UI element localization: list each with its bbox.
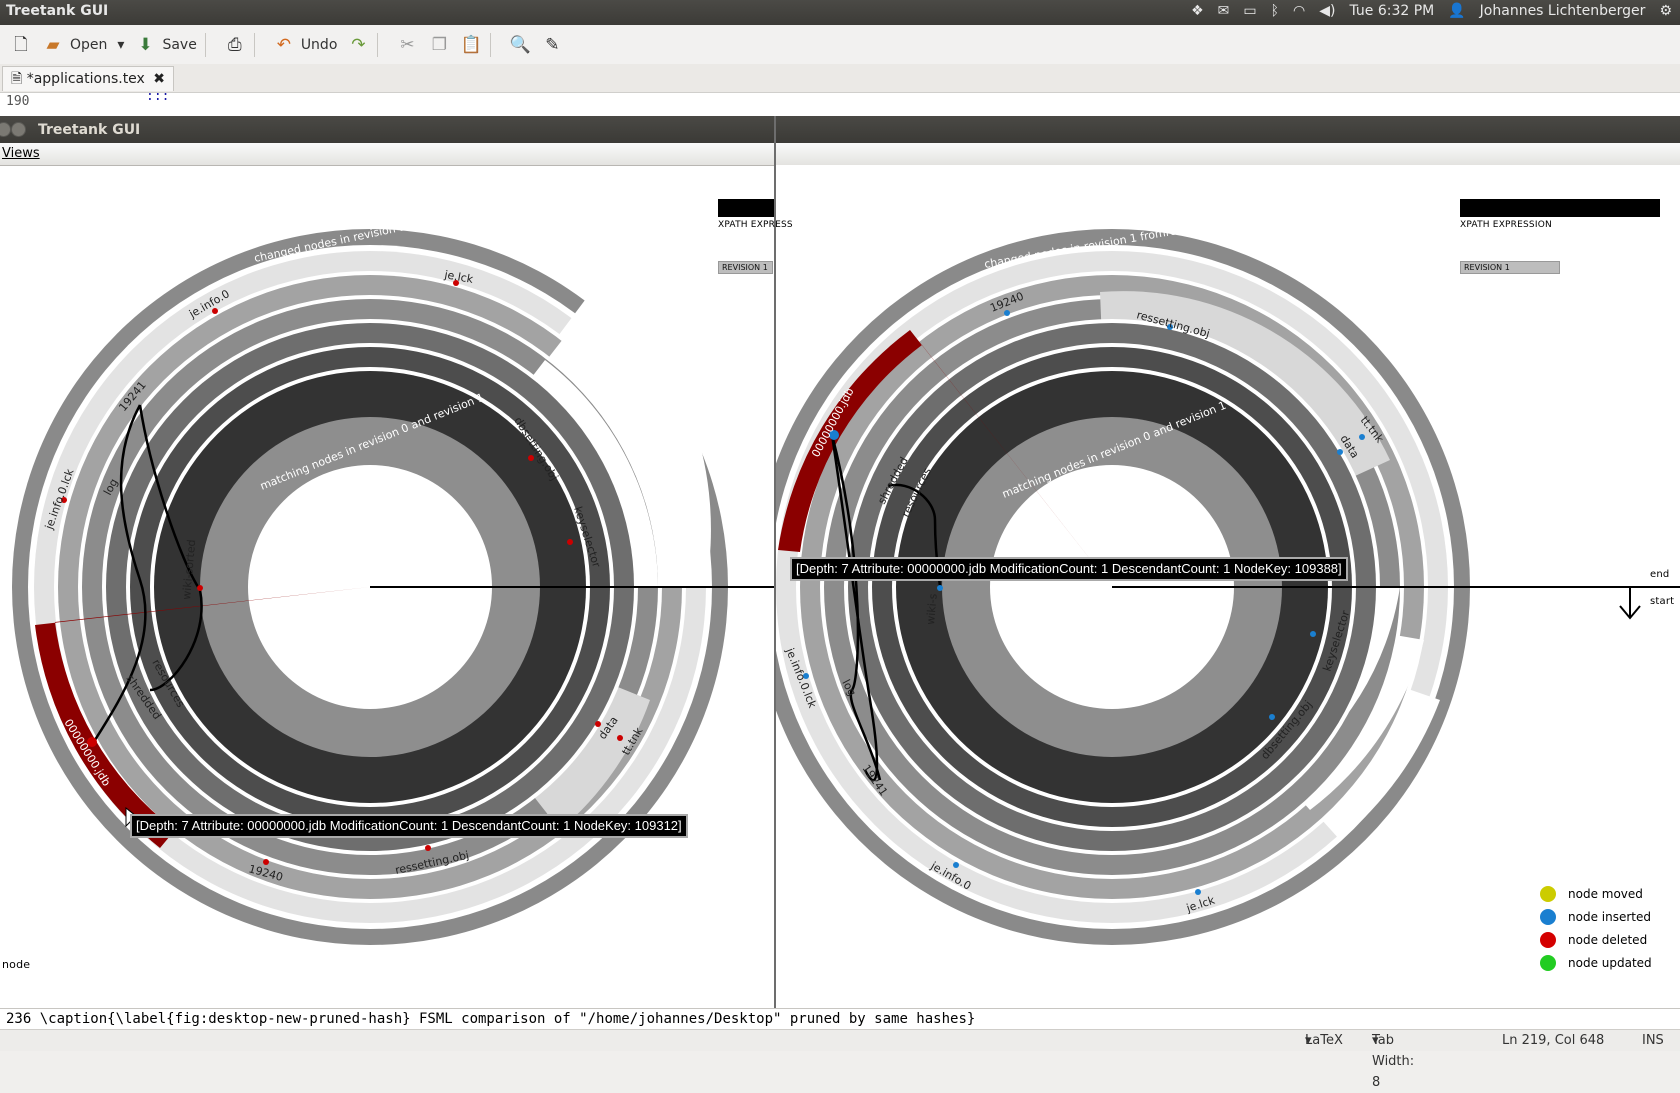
- right-segment-label: wiki-s: [924, 593, 940, 625]
- start-label: start: [1650, 596, 1675, 607]
- status-bar: LaTeX ▾ Tab Width: 8 ▾ Ln 219, Col 648 I…: [0, 1029, 1680, 1090]
- tab-width-label: Tab Width: 8: [1372, 1033, 1415, 1090]
- node-deleted-marker[interactable]: [197, 585, 203, 591]
- node-inserted-marker[interactable]: [1337, 449, 1343, 455]
- code-line: 236 \caption{\label{fig:desktop-new-prun…: [6, 1011, 976, 1027]
- legend-item: node moved: [1540, 882, 1652, 905]
- legend-item: node updated: [1540, 951, 1652, 974]
- legend-label: node deleted: [1568, 932, 1648, 947]
- xpath-label: XPATH EXPRESSION: [1460, 220, 1552, 230]
- sunburst-visualization[interactable]: changed nodes in revision 1 fromrevision…: [0, 0, 1680, 1008]
- cursor-position: Ln 219, Col 648: [1502, 1033, 1605, 1048]
- legend-item: node inserted: [1540, 905, 1652, 928]
- node-tooltip: [Depth: 7 Attribute: 00000000.jdb Modifi…: [130, 814, 688, 838]
- xpath-input[interactable]: [1460, 199, 1660, 217]
- legend-dot: [1540, 931, 1556, 948]
- insert-mode: INS: [1642, 1033, 1664, 1048]
- node-inserted-marker[interactable]: [1310, 631, 1316, 637]
- revision-selector[interactable]: REVISION 1: [718, 261, 773, 274]
- legend-item: node deleted: [1540, 928, 1652, 951]
- language-selector[interactable]: LaTeX ▾: [1305, 1030, 1343, 1051]
- legend: node moved node inserted node deleted no…: [1540, 882, 1652, 974]
- legend-dot: [1540, 954, 1556, 971]
- node-inserted-marker[interactable]: [1195, 889, 1201, 895]
- node-tooltip: [Depth: 7 Attribute: 00000000.jdb Modifi…: [790, 557, 1348, 581]
- xpath-input[interactable]: [718, 199, 774, 217]
- legend-label: node inserted: [1568, 909, 1651, 924]
- editor-code-line[interactable]: 236 \caption{\label{fig:desktop-new-prun…: [0, 1008, 1680, 1030]
- tab-width-selector[interactable]: Tab Width: 8 ▾: [1372, 1030, 1414, 1090]
- legend-dot: [1540, 885, 1556, 902]
- end-label: end: [1650, 569, 1670, 580]
- legend-label: node updated: [1568, 955, 1652, 970]
- node-deleted-marker[interactable]: [567, 539, 573, 545]
- node-deleted-marker[interactable]: [263, 859, 269, 865]
- legend-dot: [1540, 908, 1556, 925]
- legend-label: node moved: [1568, 886, 1643, 901]
- revision-selector[interactable]: REVISION 1: [1460, 261, 1560, 274]
- node-inserted-marker[interactable]: [1004, 310, 1010, 316]
- node-inserted-marker[interactable]: [953, 862, 959, 868]
- node-deleted-marker[interactable]: [425, 845, 431, 851]
- node-deleted-marker[interactable]: [617, 735, 623, 741]
- language-label: LaTeX: [1305, 1033, 1343, 1048]
- node-inserted-marker[interactable]: [1269, 714, 1275, 720]
- node-label: node: [2, 958, 31, 971]
- node-deleted-marker[interactable]: [595, 721, 601, 727]
- node-inserted-marker[interactable]: [937, 585, 943, 591]
- node-inserted-marker[interactable]: [1359, 434, 1365, 440]
- xpath-label: XPATH EXPRESS: [718, 220, 793, 230]
